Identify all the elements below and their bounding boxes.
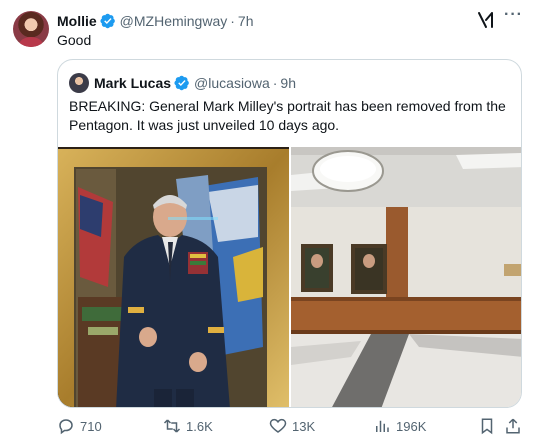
action-bar: 710 1.6K 13K 196K xyxy=(57,417,522,437)
like-button[interactable]: 13K xyxy=(269,417,315,435)
repost-count: 1.6K xyxy=(186,418,213,434)
tweet-text: Good xyxy=(57,32,92,48)
quoted-tweet[interactable]: Mark Lucas @lucasiowa · 9h BREAKING: Gen… xyxy=(57,59,522,408)
quoted-header: Mark Lucas @lucasiowa · 9h xyxy=(69,73,296,93)
author-handle[interactable]: @MZHemingway xyxy=(120,13,228,29)
share-button[interactable] xyxy=(504,417,527,435)
views-count: 196K xyxy=(396,418,427,434)
author-name[interactable]: Mollie xyxy=(57,13,97,29)
repost-button[interactable]: 1.6K xyxy=(163,417,213,435)
hallway-illustration xyxy=(291,147,521,407)
portrait-illustration xyxy=(58,147,289,407)
more-icon[interactable]: ··· xyxy=(504,7,524,27)
media-grid xyxy=(58,147,521,407)
share-icon xyxy=(506,418,520,434)
quoted-author-name: Mark Lucas xyxy=(94,75,172,91)
views-icon xyxy=(376,420,389,432)
reply-button[interactable]: 710 xyxy=(57,417,102,435)
separator-dot: · xyxy=(272,75,278,91)
repost-icon xyxy=(163,419,181,433)
reply-count: 710 xyxy=(80,418,102,434)
separator-dot: · xyxy=(230,13,235,29)
tweet-header: Mollie @MZHemingway · 7h xyxy=(57,12,254,30)
bookmark-button[interactable] xyxy=(478,417,501,435)
grok-icon[interactable] xyxy=(476,11,496,29)
hallway-photo[interactable] xyxy=(291,147,521,407)
like-icon xyxy=(269,418,287,433)
views-button[interactable]: 196K xyxy=(373,417,426,435)
portrait-photo[interactable] xyxy=(58,147,289,407)
reply-icon xyxy=(59,419,73,435)
verified-badge-icon xyxy=(174,75,189,91)
quoted-author-handle: @lucasiowa xyxy=(194,75,270,91)
quoted-time: 9h xyxy=(280,75,296,91)
like-count: 13K xyxy=(292,418,316,434)
bookmark-icon xyxy=(481,418,493,435)
quoted-author-avatar xyxy=(69,73,89,93)
quoted-text: BREAKING: General Mark Milley's portrait… xyxy=(69,98,506,133)
author-avatar[interactable] xyxy=(13,11,49,47)
verified-badge-icon xyxy=(100,13,115,29)
tweet-time[interactable]: 7h xyxy=(238,13,254,29)
